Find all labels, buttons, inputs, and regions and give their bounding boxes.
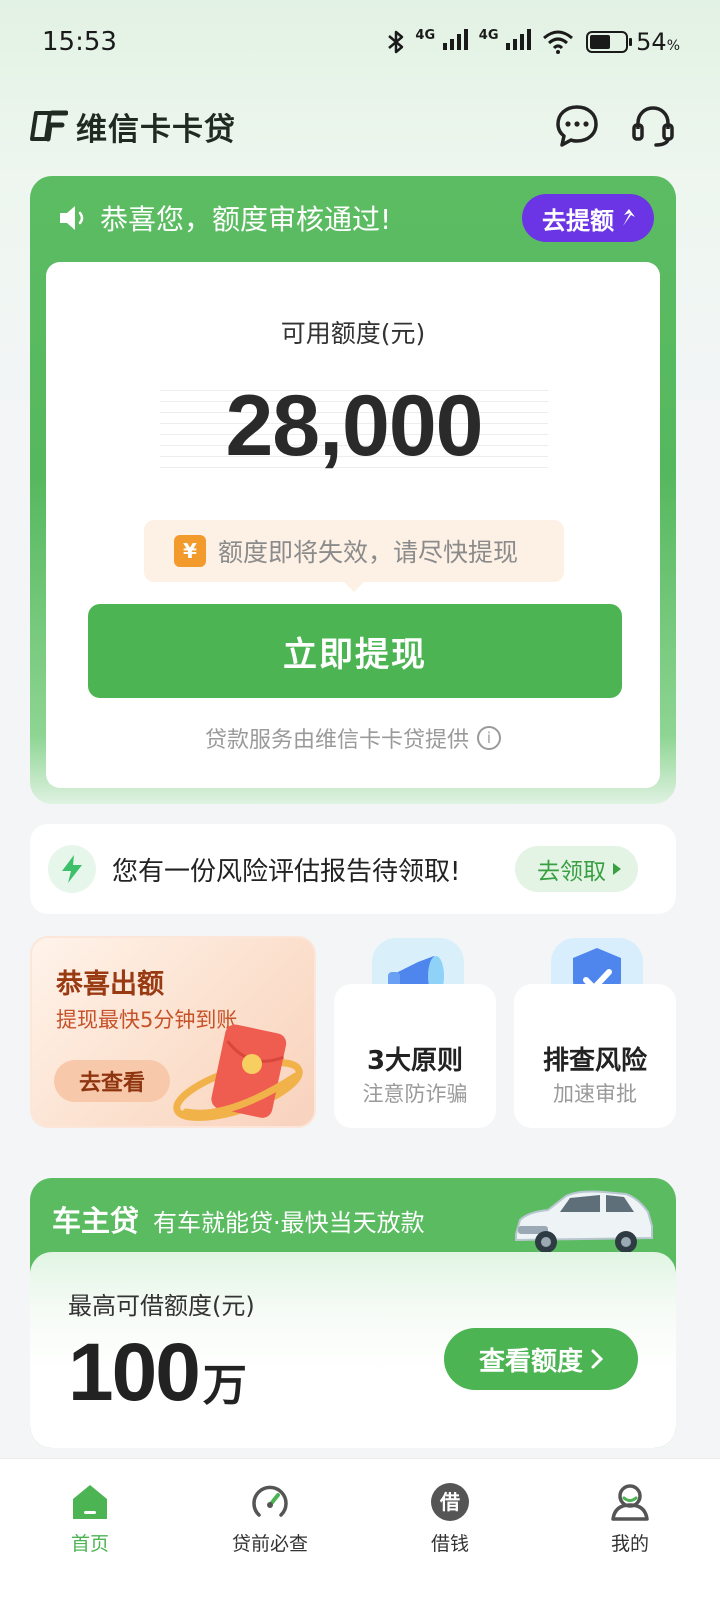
car-loan-amount-number: 100 — [68, 1327, 201, 1418]
claim-report-label: 去领取 — [537, 859, 606, 885]
car-loan-header: 车主贷 有车就能贷·最快当天放款 — [52, 1198, 425, 1240]
quota-amount-box: 28,000 — [160, 380, 548, 472]
battery-percent: 54% — [636, 28, 680, 56]
risk-check-card[interactable]: 排查风险 加速审批 — [514, 984, 676, 1128]
signal-icon-2: 4G — [479, 28, 534, 56]
car-loan-title: 车主贷 — [52, 1204, 140, 1238]
brand-logo-icon — [30, 110, 68, 142]
principles-subtitle: 注意防诈骗 — [362, 1082, 468, 1106]
status-time: 15:53 — [42, 27, 117, 57]
risk-check-subtitle: 加速审批 — [553, 1082, 637, 1106]
nav-precheck-label: 贷前必查 — [231, 1533, 308, 1555]
yen-icon: ¥ — [174, 535, 206, 567]
battery-icon — [586, 31, 633, 53]
withdraw-button[interactable]: 立即提现 — [88, 604, 622, 698]
approval-notice: 恭喜您，额度审核通过! 去提额 — [58, 192, 654, 244]
lightning-icon — [48, 845, 96, 893]
check-limit-button[interactable]: 查看额度 — [444, 1328, 638, 1390]
car-loan-limit-label: 最高可借额度(元) — [68, 1292, 255, 1320]
message-icon[interactable] — [554, 103, 600, 149]
car-loan-amount-unit: 万 — [202, 1360, 247, 1411]
quota-card: 恭喜您，额度审核通过! 去提额 可用额度(元) 28,000 ¥ 额度即将失效，… — [30, 176, 676, 804]
nav-borrow[interactable]: 借 借钱 — [390, 1481, 510, 1600]
car-loan-tagline: 有车就能贷·最快当天放款 — [153, 1209, 425, 1237]
status-bar: 15:53 4G 4G 54% — [0, 0, 720, 84]
app-header: 维信卡卡贷 — [30, 96, 676, 156]
nav-precheck[interactable]: 贷前必查 — [210, 1481, 330, 1600]
car-loan-amount: 100 万 — [68, 1326, 247, 1420]
nav-home[interactable]: 首页 — [30, 1481, 150, 1600]
car-loan-card[interactable]: 车主贷 有车就能贷·最快当天放款 最高可借额度(元) 100 万 查看额度 — [30, 1178, 676, 1448]
info-icon[interactable]: i — [477, 726, 501, 750]
bottom-nav: 首页 贷前必查 借 借钱 我的 — [0, 1458, 720, 1600]
home-icon — [73, 1485, 107, 1519]
promo-quota-title: 恭喜出额 — [56, 969, 164, 1000]
car-loan-panel: 最高可借额度(元) 100 万 查看额度 — [30, 1252, 676, 1448]
risk-report-text: 您有一份风险评估报告待领取! — [112, 856, 461, 887]
gauge-icon — [252, 1485, 288, 1517]
borrow-icon: 借 — [431, 1483, 469, 1521]
principles-card[interactable]: 3大原则 注意防诈骗 — [334, 984, 496, 1128]
arrow-up-right-icon — [623, 209, 635, 226]
app-name: 维信卡卡贷 — [76, 111, 236, 148]
chevron-right-icon — [591, 1349, 603, 1369]
network-type-label: 4G — [415, 28, 436, 43]
svg-text:借: 借 — [439, 1490, 460, 1514]
principles-title: 3大原则 — [366, 1046, 464, 1076]
nav-profile[interactable]: 我的 — [570, 1481, 690, 1600]
expire-tip: ¥ 额度即将失效，请尽快提现 — [144, 520, 564, 592]
risk-check-title: 排查风险 — [542, 1046, 647, 1076]
expire-tip-text: 额度即将失效，请尽快提现 — [218, 538, 519, 567]
risk-report-banner[interactable]: 您有一份风险评估报告待领取! 去领取 — [30, 824, 676, 914]
promo-quota-card[interactable]: 恭喜出额 提现最快5分钟到账 去查看 — [30, 936, 316, 1128]
nav-home-label: 首页 — [70, 1533, 109, 1555]
quota-panel: 可用额度(元) 28,000 ¥ 额度即将失效，请尽快提现 立即提现 贷款服务由… — [46, 262, 660, 788]
customer-service-icon[interactable] — [630, 103, 676, 149]
bluetooth-icon — [388, 30, 404, 54]
nav-profile-label: 我的 — [610, 1533, 649, 1555]
raise-limit-label: 去提额 — [542, 206, 614, 235]
view-promo-button[interactable]: 去查看 — [54, 1060, 170, 1102]
check-limit-label: 查看额度 — [478, 1346, 583, 1377]
nav-borrow-label: 借钱 — [430, 1533, 469, 1555]
red-packet-icon — [173, 1024, 303, 1121]
approval-notice-text: 恭喜您，额度审核通过! — [100, 203, 392, 236]
raise-limit-button[interactable]: 去提额 — [522, 194, 654, 242]
brand: 维信卡卡贷 — [30, 104, 236, 149]
signal-icon: 4G — [415, 28, 470, 56]
available-quota-label: 可用额度(元) — [280, 319, 426, 348]
wifi-icon — [543, 30, 574, 54]
claim-report-button[interactable]: 去领取 — [515, 846, 638, 892]
profile-icon — [611, 1484, 649, 1521]
status-indicators: 4G 4G 54% — [385, 28, 680, 56]
available-quota-amount: 28,000 — [225, 378, 483, 474]
speaker-icon — [60, 206, 84, 230]
car-icon — [515, 1190, 653, 1253]
service-provider-text: 贷款服务由维信卡卡贷提供 — [204, 728, 469, 753]
triangle-right-icon — [613, 863, 621, 875]
network-type-label-2: 4G — [478, 28, 499, 43]
service-provider-note: 贷款服务由维信卡卡贷提供 i — [46, 722, 660, 754]
